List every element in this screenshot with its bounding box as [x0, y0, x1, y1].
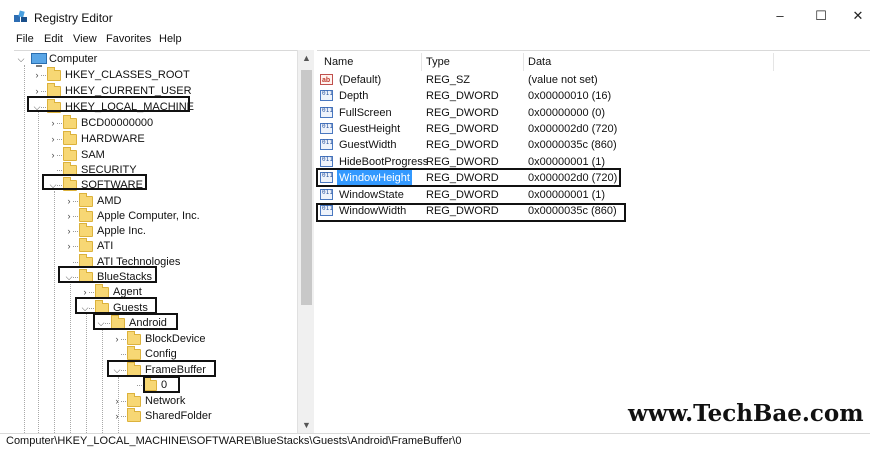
- folder-icon: [127, 331, 141, 345]
- annotation-box-framebuffer: [107, 360, 216, 377]
- tree-item-sam[interactable]: › SAM: [48, 147, 208, 163]
- annotation-box-0: [143, 376, 180, 393]
- tree-item-ati[interactable]: › ATI: [64, 238, 264, 254]
- value-row-guestheight[interactable]: 011 GuestHeight REG_DWORD 0x000002d0 (72…: [319, 121, 859, 137]
- window-title: Registry Editor: [34, 11, 113, 25]
- tree-item-bcd00000000[interactable]: › BCD00000000: [48, 115, 208, 131]
- tree-item-blockdevice[interactable]: › BlockDevice: [112, 331, 292, 347]
- value-row-windowstate[interactable]: 011 WindowState REG_DWORD 0x00000001 (1): [319, 187, 859, 203]
- menu-file[interactable]: File: [16, 33, 34, 45]
- watermark-text: www.TechBae.com: [628, 400, 864, 427]
- computer-icon: [31, 53, 47, 67]
- tree-scrollbar[interactable]: ▲ ▼: [297, 50, 314, 433]
- tree-item-computer[interactable]: ⌵ Computer: [16, 52, 136, 67]
- annotation-box-windowheight: [316, 168, 621, 187]
- menu-favorites[interactable]: Favorites: [106, 33, 151, 45]
- folder-icon: [79, 193, 93, 207]
- folder-icon: [127, 346, 141, 360]
- tree-item-apple-inc[interactable]: › Apple Inc.: [64, 223, 264, 239]
- folder-icon: [127, 408, 141, 422]
- column-header-name[interactable]: Name: [324, 56, 353, 72]
- binary-value-icon: 011: [320, 156, 333, 167]
- chevron-down-icon[interactable]: ⌵: [16, 52, 26, 67]
- string-value-icon: ab: [320, 74, 333, 85]
- minimize-button[interactable]: –: [765, 6, 795, 26]
- tree-item-apple-computer[interactable]: › Apple Computer, Inc.: [64, 208, 264, 224]
- binary-value-icon: 011: [320, 123, 333, 134]
- tree-item-network[interactable]: › Network: [112, 393, 292, 409]
- folder-icon: [127, 393, 141, 407]
- folder-icon: [63, 147, 77, 161]
- annotation-box-windowwidth: [316, 203, 626, 222]
- value-row-default[interactable]: ab (Default) REG_SZ (value not set): [319, 72, 859, 88]
- menu-edit[interactable]: Edit: [44, 33, 63, 45]
- binary-value-icon: 011: [320, 189, 333, 200]
- menu-view[interactable]: View: [73, 33, 97, 45]
- folder-icon: [63, 115, 77, 129]
- annotation-box-android: [93, 313, 178, 330]
- column-header-data[interactable]: Data: [528, 56, 551, 72]
- registry-editor-icon: [14, 10, 28, 23]
- scroll-up-icon[interactable]: ▲: [298, 50, 315, 66]
- folder-icon: [79, 208, 93, 222]
- folder-icon: [79, 223, 93, 237]
- annotation-box-bluestacks: [58, 266, 157, 283]
- folder-icon: [47, 67, 61, 81]
- binary-value-icon: 011: [320, 139, 333, 150]
- maximize-button[interactable]: ☐: [806, 6, 836, 26]
- value-row-depth[interactable]: 011 Depth REG_DWORD 0x00000010 (16): [319, 88, 859, 104]
- folder-icon: [79, 238, 93, 252]
- registry-values-list[interactable]: Name Type Data ab (Default) REG_SZ (valu…: [317, 50, 870, 433]
- close-button[interactable]: ✕: [843, 6, 870, 26]
- menu-bar: File Edit View Favorites Help: [0, 32, 870, 48]
- column-header-type[interactable]: Type: [426, 56, 450, 72]
- tree-item-sharedfolder[interactable]: › SharedFolder: [112, 408, 292, 424]
- menu-help[interactable]: Help: [159, 33, 182, 45]
- binary-value-icon: 011: [320, 107, 333, 118]
- value-row-guestwidth[interactable]: 011 GuestWidth REG_DWORD 0x0000035c (860…: [319, 137, 859, 153]
- scroll-down-icon[interactable]: ▼: [298, 417, 315, 433]
- tree-item-hkey-classes-root[interactable]: › HKEY_CLASSES_ROOT: [32, 67, 212, 83]
- folder-icon: [63, 131, 77, 145]
- status-bar-path: Computer\HKEY_LOCAL_MACHINE\SOFTWARE\Blu…: [0, 433, 870, 449]
- tree-item-hardware[interactable]: › HARDWARE: [48, 131, 208, 147]
- scrollbar-thumb[interactable]: [301, 70, 312, 305]
- annotation-box-hklm: [27, 96, 190, 112]
- title-bar: Registry Editor – ☐ ✕: [0, 0, 870, 32]
- tree-item-amd[interactable]: › AMD: [64, 193, 264, 209]
- value-row-fullscreen[interactable]: 011 FullScreen REG_DWORD 0x00000000 (0): [319, 105, 859, 121]
- annotation-box-software: [42, 174, 147, 190]
- annotation-box-guests: [75, 297, 157, 314]
- binary-value-icon: 011: [320, 90, 333, 101]
